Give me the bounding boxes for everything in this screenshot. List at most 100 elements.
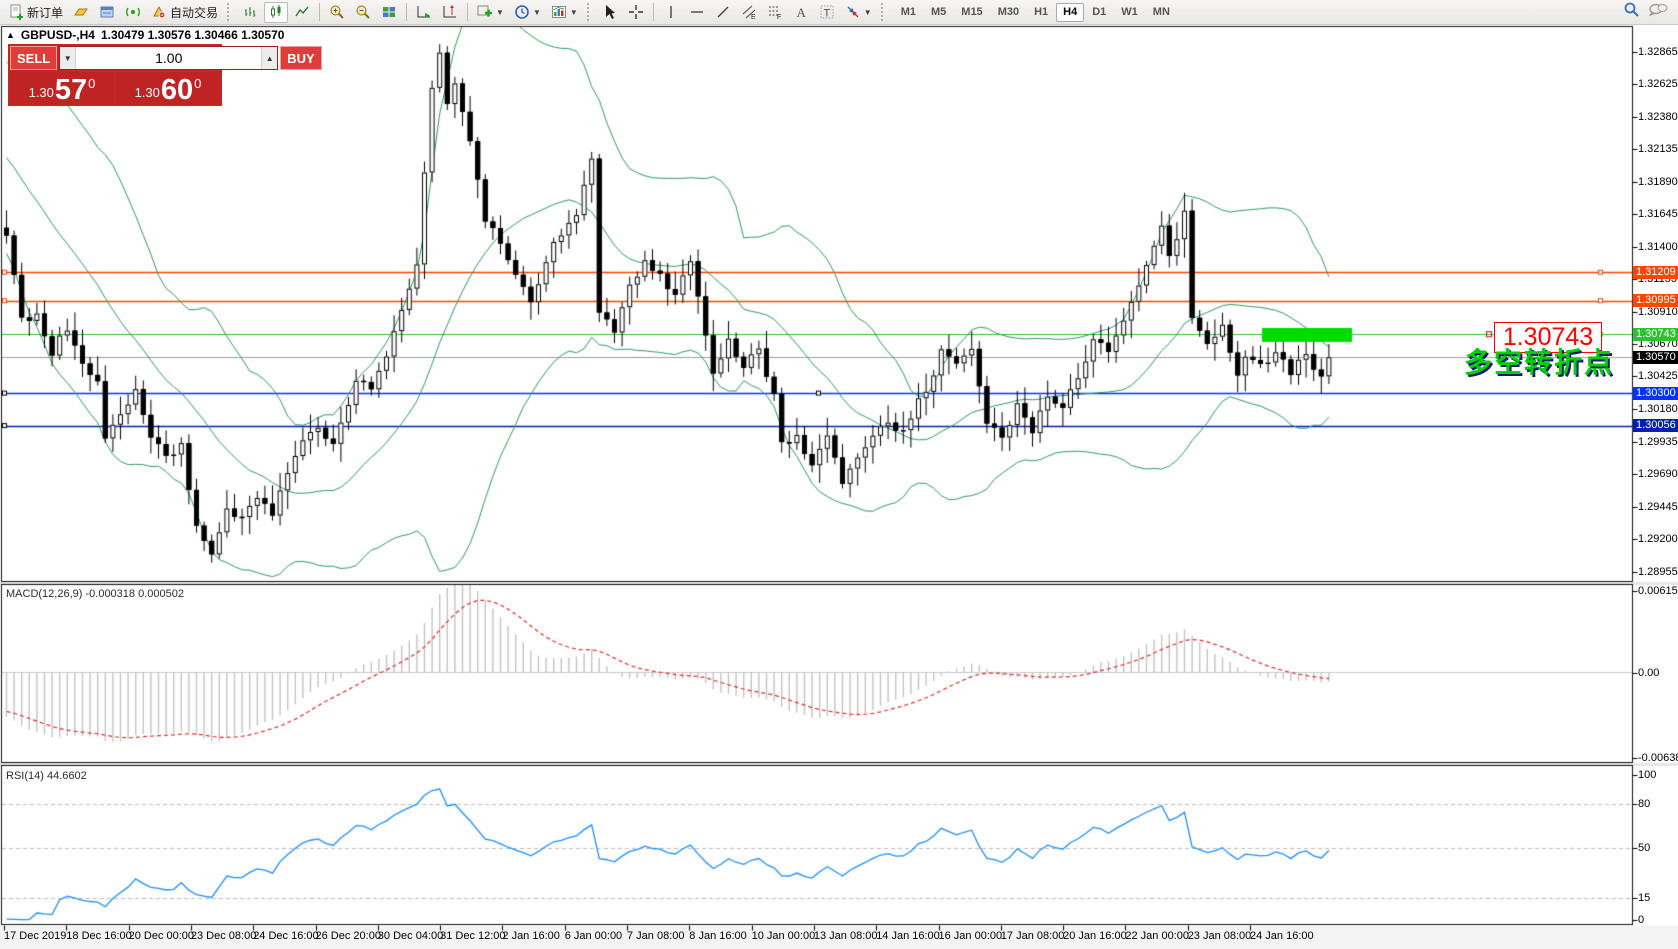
auto-trading-button[interactable]: 自动交易 [147,2,222,23]
template-icon [551,4,567,20]
toolbar-separator [467,3,468,21]
timeframe-MN[interactable]: MN [1146,3,1177,22]
chart-title: ▲ GBPUSD-,H4 1.30479 1.30576 1.30466 1.3… [6,28,284,42]
time-axis-label: 2 Jan 16:00 [502,930,560,942]
price-level-chip: 1.30743 [1633,328,1678,341]
chat-bubbles-icon [1648,2,1668,18]
add-indicator-icon [477,4,493,20]
candlestick-type-button[interactable] [264,2,288,23]
toolbar-grip [587,3,593,21]
trendline-tool-button[interactable] [711,2,735,23]
volume-input[interactable] [76,47,261,69]
clock-icon [514,4,530,20]
chevron-down-icon: ▼ [496,8,504,17]
macd-axis-label: 0.00 [1638,667,1659,679]
time-axis-label: 7 Jan 08:00 [627,930,685,942]
time-axis-label: 10 Jan 00:00 [752,930,816,942]
cursor-button[interactable] [598,2,622,23]
candlestick-icon [268,4,284,20]
periods-button[interactable]: ▼ [510,2,545,23]
chart-canvas[interactable] [0,0,1678,949]
text-label-tool-button[interactable]: T [815,2,839,23]
signals-button[interactable] [121,2,145,23]
rsi-axis-label: 15 [1638,892,1650,904]
buy-price[interactable]: 1.30 60 0 [116,72,220,104]
price-tick-label: 1.32135 [1638,143,1678,155]
sell-price[interactable]: 1.30 57 0 [10,72,114,104]
svg-text:T: T [823,8,830,20]
line-chart-icon [294,4,310,20]
timeframe-H1[interactable]: H1 [1027,3,1055,22]
time-axis-label: 23 Jan 08:00 [1188,930,1252,942]
rsi-value: 44.6602 [47,770,87,782]
add-indicator-button[interactable]: ▼ [473,2,508,23]
sell-button[interactable]: SELL [10,46,57,70]
timeframe-H4[interactable]: H4 [1056,3,1084,22]
bar-chart-icon [242,4,258,20]
community-button[interactable] [1648,2,1668,23]
timeframe-W1[interactable]: W1 [1114,3,1145,22]
timeframe-M15[interactable]: M15 [954,3,989,22]
timeframe-M30[interactable]: M30 [991,3,1026,22]
crosshair-button[interactable] [624,2,648,23]
tile-windows-button[interactable] [377,2,401,23]
chart-shift-button[interactable] [438,2,462,23]
price-tick-label: 1.29445 [1638,501,1678,513]
bar-chart-type-button[interactable] [238,2,262,23]
sell-price-small: 1.30 [29,85,54,100]
toolbar-separator [319,3,320,21]
price-level-chip: 1.30995 [1633,294,1678,307]
search-icon [1623,1,1640,18]
rsi-axis-label: 0 [1638,914,1644,926]
new-order-button[interactable]: 新订单 [4,2,67,23]
vertical-line-tool-button[interactable] [659,2,683,23]
auto-trading-label: 自动交易 [170,4,218,21]
timeframe-D1[interactable]: D1 [1085,3,1113,22]
price-tick-label: 1.29690 [1638,468,1678,480]
horizontal-line-icon [689,4,705,20]
market-watch-button[interactable] [95,2,119,23]
search-button[interactable] [1623,1,1640,23]
macd-values: -0.000318 0.000502 [85,588,183,600]
text-tool-button[interactable]: A [789,2,813,23]
time-axis-label: 17 Dec 2019 [4,930,66,942]
rsi-name: RSI(14) [6,770,44,782]
horizontal-line-tool-button[interactable] [685,2,709,23]
rsi-axis-label: 80 [1638,798,1650,810]
timeframe-M1[interactable]: M1 [894,3,923,22]
auto-scroll-button[interactable] [412,2,436,23]
shapes-arrows-button[interactable]: ▼ [841,2,876,23]
arrows-icon [845,4,861,20]
chart-profiles-button[interactable] [69,2,93,23]
price-tick-label: 1.31400 [1638,241,1678,253]
price-tick-label: 1.29935 [1638,436,1678,448]
market-watch-icon [99,4,115,20]
volume-increase-button[interactable]: ▲ [261,47,277,69]
price-tick-label: 1.29200 [1638,533,1678,545]
buy-button[interactable]: BUY [280,46,321,70]
templates-button[interactable]: ▼ [547,2,582,23]
line-chart-type-button[interactable] [290,2,314,23]
chevron-down-icon: ▼ [533,8,541,17]
channel-tool-button[interactable]: E [737,2,761,23]
zoom-in-button[interactable] [325,2,349,23]
chart-symbol-period: GBPUSD-,H4 [21,28,95,42]
volume-decrease-button[interactable]: ▼ [60,47,76,69]
zoom-out-button[interactable] [351,2,375,23]
chart-shift-icon [442,4,458,20]
time-axis-label: 31 Dec 12:00 [440,930,505,942]
trendline-icon [715,4,731,20]
time-axis-label: 18 Dec 16:00 [66,930,131,942]
price-tick-label: 1.31645 [1638,208,1678,220]
equidistant-channel-icon: E [741,4,757,20]
time-axis-label: 17 Jan 08:00 [1001,930,1065,942]
chart-collapse-icon[interactable]: ▲ [6,30,15,40]
timeframe-M5[interactable]: M5 [924,3,953,22]
time-axis-label: 26 Dec 20:00 [316,930,381,942]
one-click-trading-panel: SELL ▼ ▲ BUY 1.30 57 0 1.30 60 0 [8,44,222,106]
price-tick-label: 1.32380 [1638,111,1678,123]
crosshair-icon [628,4,644,20]
rsi-label: RSI(14) 44.6602 [6,770,87,782]
fibonacci-tool-button[interactable]: F [763,2,787,23]
pivot-note-text[interactable]: 多空转折点 [1464,341,1614,381]
